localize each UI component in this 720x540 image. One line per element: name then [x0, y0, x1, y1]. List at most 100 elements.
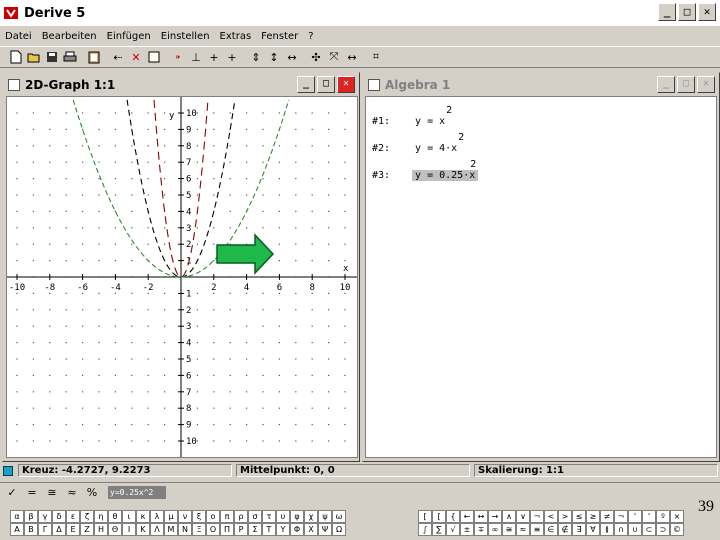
math-symbol-key[interactable]: ← — [460, 510, 474, 523]
greek-key[interactable]: ζ — [80, 510, 94, 523]
menu-einstellen[interactable]: Einstellen — [156, 31, 215, 42]
greek-key[interactable]: δ — [52, 510, 66, 523]
math-symbol-key[interactable]: ∪ — [628, 523, 642, 536]
enter-button[interactable]: ✓ — [4, 486, 20, 499]
greek-key[interactable]: Ω — [332, 523, 346, 536]
math-symbol-key[interactable]: ≬ — [600, 523, 614, 536]
math-symbol-key[interactable]: ¬ — [530, 510, 544, 523]
math-symbol-key[interactable]: ∧ — [502, 510, 516, 523]
greek-key[interactable]: λ — [150, 510, 164, 523]
greek-key[interactable]: κ — [136, 510, 150, 523]
menu-extras[interactable]: Extras — [215, 31, 257, 42]
math-symbol-key[interactable]: ≥ — [586, 510, 600, 523]
greek-key[interactable]: Φ — [290, 523, 304, 536]
menu-bearbeiten[interactable]: Bearbeiten — [37, 31, 102, 42]
expression-input[interactable]: y=0.25x^2 — [108, 486, 166, 499]
math-symbol-key[interactable]: > — [558, 510, 572, 523]
math-symbol-key[interactable]: [ — [432, 510, 446, 523]
math-symbol-key[interactable]: ∀ — [586, 523, 600, 536]
close-button[interactable]: ✕ — [698, 3, 716, 21]
greek-key[interactable]: ξ — [192, 510, 206, 523]
save-icon[interactable] — [44, 49, 60, 65]
greek-key[interactable]: Σ — [248, 523, 262, 536]
math-symbol-key[interactable]: √ — [446, 523, 460, 536]
greek-key[interactable]: Λ — [150, 523, 164, 536]
math-symbol-key[interactable]: ≠ — [600, 510, 614, 523]
math-symbol-key[interactable]: ↔ — [474, 510, 488, 523]
greek-key[interactable]: Δ — [52, 523, 66, 536]
greek-key[interactable]: Τ — [262, 523, 276, 536]
open-folder-icon[interactable] — [26, 49, 42, 65]
algebra-minimize-button[interactable]: _ — [657, 76, 675, 93]
expression-row-2[interactable]: #2: y = 4·x 2 — [372, 132, 464, 154]
menu-datei[interactable]: Datei — [0, 31, 37, 42]
new-file-icon[interactable] — [8, 49, 24, 65]
trace-icon[interactable]: ⁍ — [170, 49, 186, 65]
print-icon[interactable] — [62, 49, 78, 65]
math-symbol-key[interactable]: ≡ — [530, 523, 544, 536]
greek-key[interactable]: η — [94, 510, 108, 523]
graph-canvas[interactable]: -10 -8 -6 -4 -2 2 4 6 8 10 10 9 8 7 6 5 4 3 2 1 1 2 3 4 5 6 7 8 9 10 x… — [6, 96, 358, 458]
greek-key[interactable]: φ — [290, 510, 304, 523]
zoom-in-icon[interactable]: ⇕ — [248, 49, 264, 65]
greek-key[interactable]: Χ — [304, 523, 318, 536]
axes-icon[interactable]: ⊥ — [188, 49, 204, 65]
greek-key[interactable]: Α — [10, 523, 24, 536]
greek-key[interactable]: ε — [66, 510, 80, 523]
maximize-button[interactable]: □ — [678, 3, 696, 21]
greek-key[interactable]: Γ — [38, 523, 52, 536]
note-icon[interactable] — [146, 49, 162, 65]
clipboard-icon[interactable] — [86, 49, 102, 65]
greek-key[interactable]: Υ — [276, 523, 290, 536]
center-icon[interactable]: ✣ — [308, 49, 324, 65]
math-symbol-key[interactable]: [ — [418, 510, 432, 523]
crosshair-icon[interactable]: + — [206, 49, 222, 65]
greek-key[interactable]: υ — [276, 510, 290, 523]
math-symbol-key[interactable]: ≤ — [572, 510, 586, 523]
greek-key[interactable]: Ο — [206, 523, 220, 536]
greek-key[interactable]: θ — [108, 510, 122, 523]
greek-key[interactable]: μ — [164, 510, 178, 523]
minimize-button[interactable]: _ — [658, 3, 676, 21]
greek-key[interactable]: Ν — [178, 523, 192, 536]
math-symbol-key[interactable]: → — [488, 510, 502, 523]
math-symbol-key[interactable]: ∑ — [432, 523, 446, 536]
zoom-vertical-icon[interactable]: ↕ — [266, 49, 282, 65]
delete-icon[interactable]: ✕ — [128, 49, 144, 65]
math-symbol-key[interactable]: ∉ — [558, 523, 572, 536]
algebra-close-button[interactable]: ✕ — [697, 76, 715, 93]
graph-minimize-button[interactable]: _ — [297, 76, 315, 93]
graph-close-button[interactable]: ✕ — [337, 76, 355, 93]
math-symbol-key[interactable]: ≈ — [516, 523, 530, 536]
greek-key[interactable]: Ψ — [318, 523, 332, 536]
greek-key[interactable]: Β — [24, 523, 38, 536]
math-symbol-key[interactable]: ∩ — [614, 523, 628, 536]
math-symbol-key[interactable]: ∃ — [572, 523, 586, 536]
greek-key[interactable]: Θ — [108, 523, 122, 536]
expression-row-1[interactable]: #1: y = x 2 — [372, 105, 452, 127]
cross-icon[interactable]: + — [224, 49, 240, 65]
greek-key[interactable]: χ — [304, 510, 318, 523]
greek-key[interactable]: β — [24, 510, 38, 523]
greek-key[interactable]: Ζ — [80, 523, 94, 536]
greek-key[interactable]: Κ — [136, 523, 150, 536]
greek-key[interactable]: Π — [220, 523, 234, 536]
greek-key[interactable]: ω — [332, 510, 346, 523]
math-symbol-key[interactable]: © — [670, 523, 684, 536]
math-symbol-key[interactable]: ' — [628, 510, 642, 523]
greek-key[interactable]: π — [220, 510, 234, 523]
menu-einfuegen[interactable]: Einfügen — [102, 31, 156, 42]
graph-maximize-button[interactable]: □ — [317, 76, 335, 93]
math-symbol-key[interactable]: ∫ — [418, 523, 432, 536]
greek-key[interactable]: ψ — [318, 510, 332, 523]
undo-icon[interactable]: ⇠ — [110, 49, 126, 65]
math-symbol-key[interactable]: ∈ — [544, 523, 558, 536]
greek-key[interactable]: ι — [122, 510, 136, 523]
math-symbol-key[interactable]: ≅ — [502, 523, 516, 536]
menu-help[interactable]: ? — [303, 31, 318, 42]
greek-key[interactable]: Ε — [66, 523, 80, 536]
greek-key[interactable]: α — [10, 510, 24, 523]
math-symbol-key[interactable]: ∓ — [474, 523, 488, 536]
math-symbol-key[interactable]: ∞ — [488, 523, 502, 536]
greek-key[interactable]: Μ — [164, 523, 178, 536]
